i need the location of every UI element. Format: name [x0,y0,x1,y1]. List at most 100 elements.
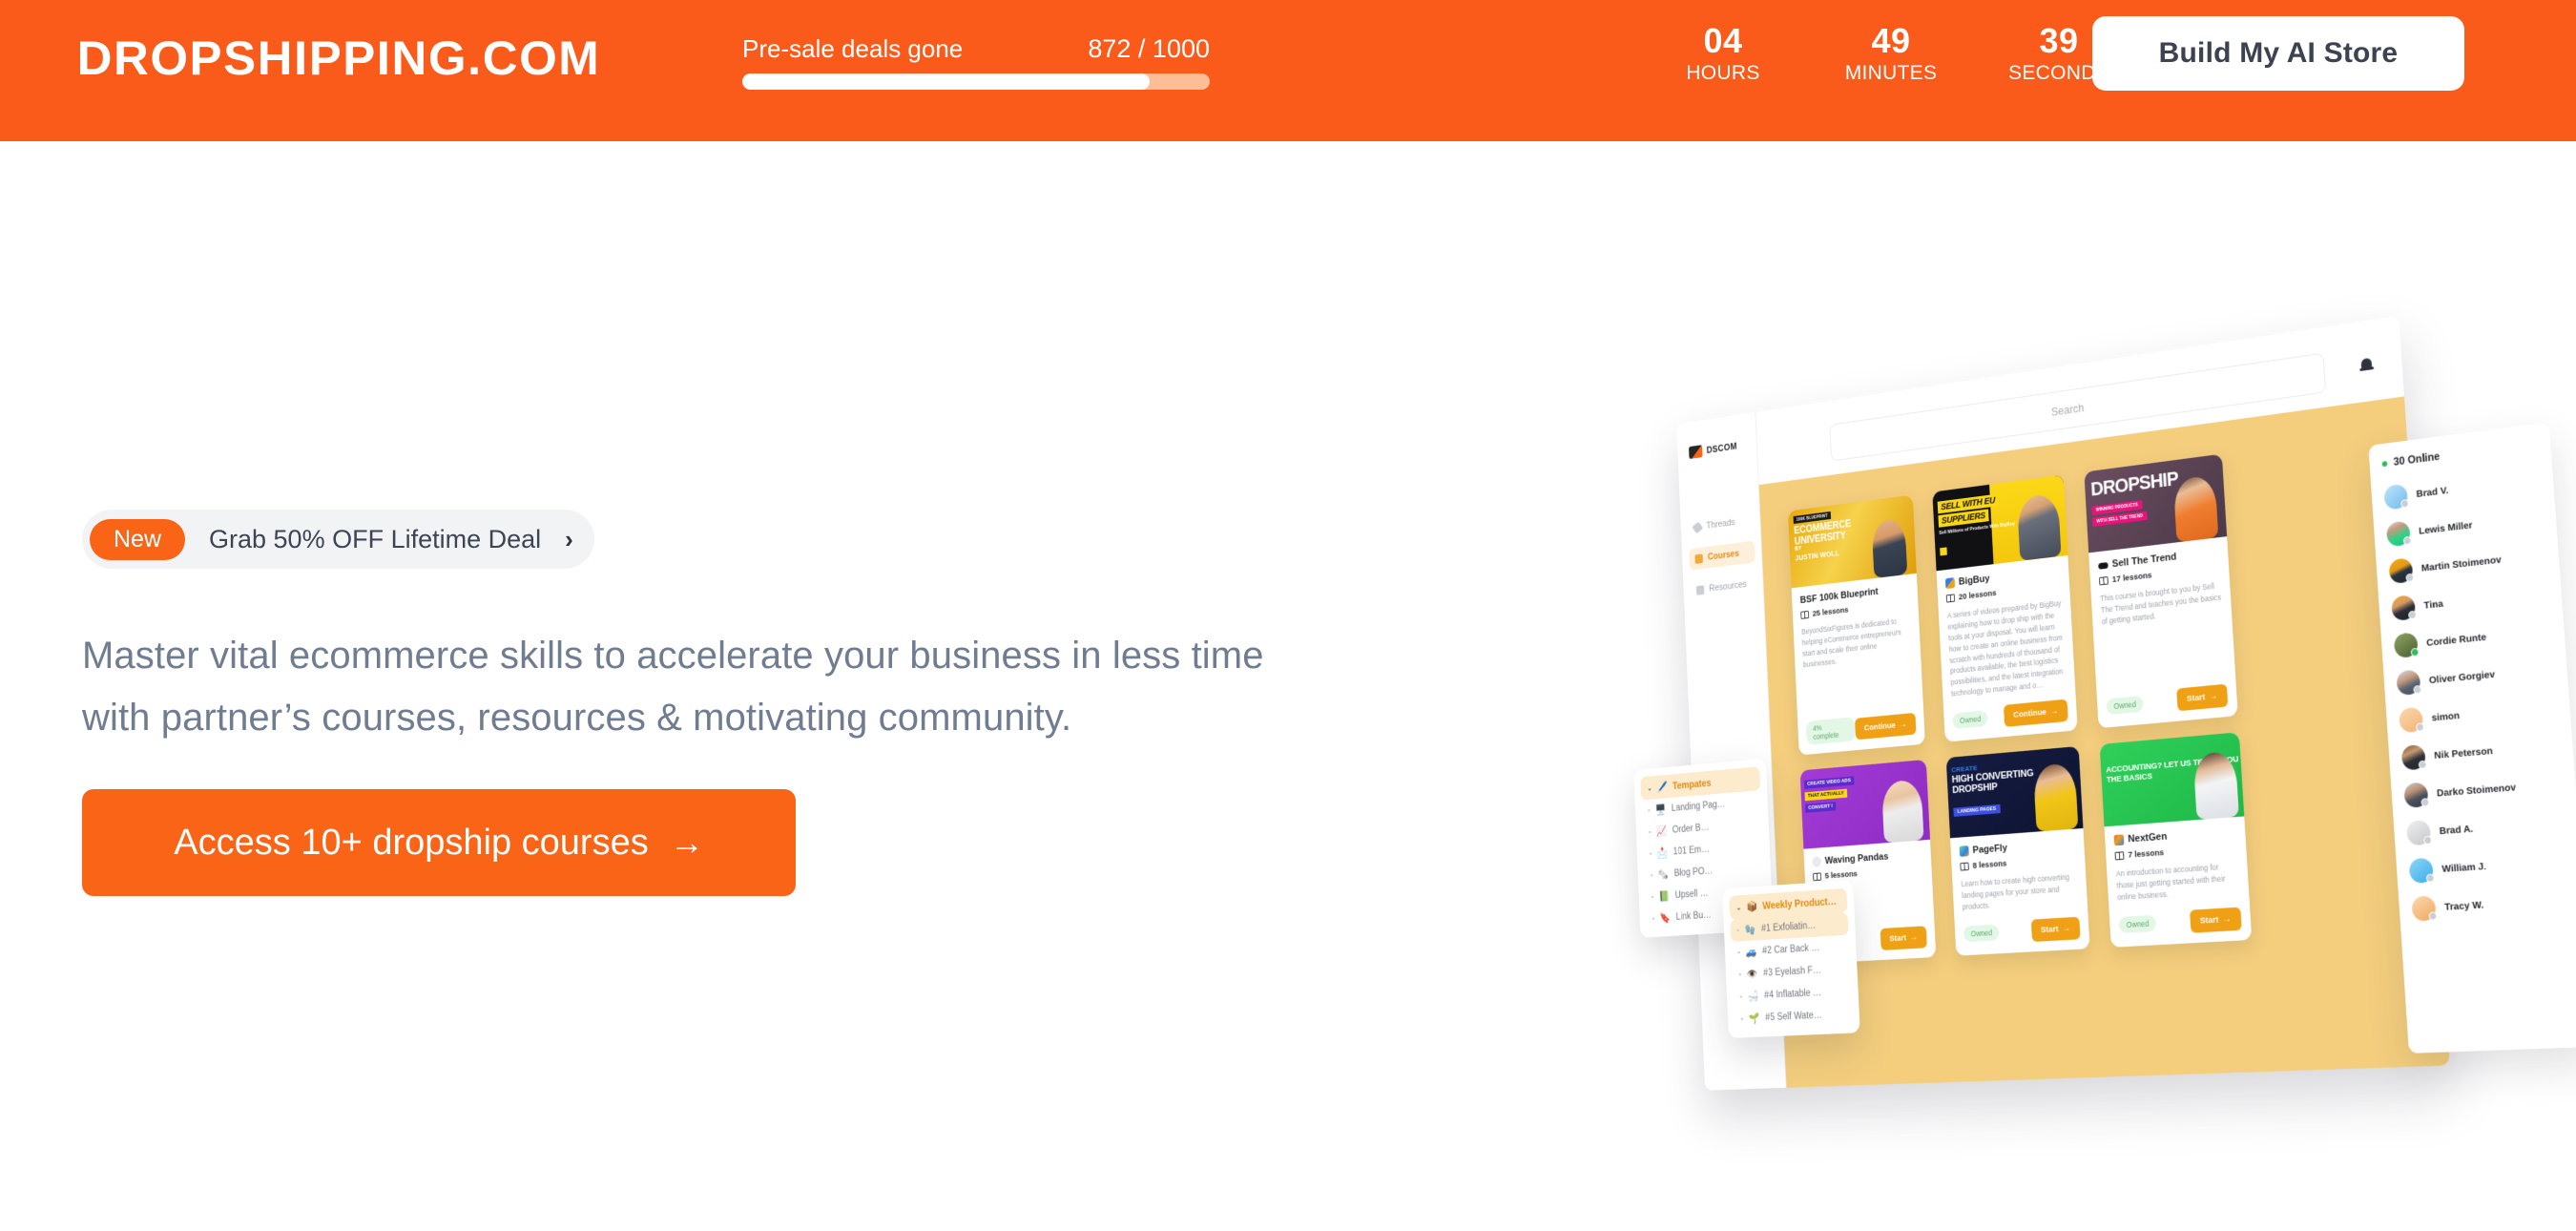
member-name: Brad V. [2416,485,2449,500]
member-name: Tracy W. [2443,899,2484,913]
course-action-label: Continue [2013,707,2047,720]
sidebar-item-courses[interactable]: Courses [1689,540,1755,571]
course-card[interactable]: CREATE VIDEO ADS THAT ACTUALLY CONVERT !… [1799,760,1937,964]
member-name: Lewis Miller [2418,519,2473,537]
course-action-button[interactable]: Start → [2189,907,2242,933]
hero-product-mockup: DSCOM Threads Courses Resources Search 1… [1517,305,2576,1164]
thumb-person-photo [1880,779,1924,844]
top-promo-bar: DROPSHIPPING.COM Pre-sale deals gone 872… [0,0,2576,141]
thumb-line-1: CREATE VIDEO ADS [1803,776,1855,789]
course-action-label: Start [2040,924,2059,935]
thumb-person-photo [2192,750,2239,821]
countdown-minutes-label: MINUTES [1844,62,1938,85]
course-action-button[interactable]: Start → [1880,926,1927,950]
member-name: Martin Stoimenov [2420,553,2503,574]
arrow-right-icon: → [2209,691,2218,702]
course-status-badge: Owned [1952,709,1988,729]
bullet-icon [1652,917,1654,920]
course-thumbnail: CREATE HIGH CONVERTING DROPSHIP LANDING … [1945,746,2084,839]
arrow-right-icon: → [1909,932,1918,943]
brand-icon [1944,577,1956,590]
course-title: NextGen [2128,831,2168,845]
site-logo[interactable]: DROPSHIPPING.COM [77,34,601,82]
course-card[interactable]: ACCOUNTING? LET US TEACH YOU THE BASICS … [2099,732,2253,948]
course-title: BigBuy [1958,573,1990,588]
countdown-hours-label: HOURS [1686,62,1760,85]
course-lessons-label: 7 lessons [2128,847,2165,861]
build-ai-store-button[interactable]: Build My AI Store [2092,16,2464,91]
avatar [2408,857,2434,884]
course-lessons: 5 lessons [1813,865,1923,882]
access-courses-button[interactable]: Access 10+ dropship courses → [82,789,796,896]
course-description: An introduction to accounting for those … [2115,862,2226,902]
course-action-label: Start [2199,914,2219,927]
course-thumbnail: ACCOUNTING? LET US TEACH YOU THE BASICS [2099,732,2245,827]
item-emoji-icon: 📗 [1658,889,1670,903]
avatar [2396,669,2421,697]
course-status-badge: Owned [1963,924,2000,943]
presale-count: 872 / 1000 [1088,34,1210,63]
book-icon [1694,553,1703,564]
lessons-book-icon [2099,576,2109,586]
member-name: Cordie Runte [2425,631,2487,649]
arrow-right-icon: → [2062,923,2071,934]
bell-icon[interactable] [2359,357,2375,375]
pen-icon: 🖊️ [1656,780,1669,794]
course-status-badge: 4% complete [1805,717,1857,746]
course-lessons-label: 8 lessons [1972,859,2007,871]
bullet-icon [1649,830,1652,834]
course-description: This course is brought to you by Sell Th… [2100,581,2222,626]
course-thumbnail: CREATE VIDEO ADS THAT ACTUALLY CONVERT ! [1799,760,1931,849]
sidebar-item-resources[interactable]: Resources [1691,573,1757,602]
sidebar-item-threads-label: Threads [1706,517,1735,532]
countdown-minutes-value: 49 [1871,21,1911,60]
course-title: PageFly [1972,843,2008,856]
course-status-badge [1816,938,1830,947]
course-action-button[interactable]: Continue → [2003,699,2068,728]
brand-icon [2113,834,2125,846]
course-action-button[interactable]: Continue → [1854,712,1917,740]
thumb-person-photo [1871,517,1908,579]
mockup-app-logo: DSCOM [1689,440,1737,460]
course-card[interactable]: 100K BLUEPRINT ECOMMERCE UNIVERSITY BY J… [1787,494,1925,756]
countdown-minutes: 49 MINUTES [1828,21,1954,85]
lessons-book-icon [1800,610,1810,619]
lessons-book-icon [1945,594,1956,603]
course-status-badge: Owned [2118,915,2157,934]
thumb-line-1: DROPSHIP [2089,467,2179,501]
sidebar-item-threads[interactable]: Threads [1688,509,1754,538]
lifetime-deal-label: Grab 50% OFF Lifetime Deal [209,524,542,553]
member-name: Brad A. [2439,823,2474,838]
item-emoji-icon: 🖥️ [1654,803,1667,816]
course-action-label: Continue [1863,720,1896,733]
countdown-hours-value: 04 [1703,21,1743,60]
course-lessons: 7 lessons [2114,843,2236,861]
member-name: William J. [2441,860,2487,875]
mockup-content-area: 100K BLUEPRINT ECOMMERCE UNIVERSITY BY J… [1758,396,2450,1088]
course-status-badge: Owned [2106,695,2145,715]
course-card[interactable]: SELL WITH EU SUPPLIERS Sell Millions of … [1932,474,2078,742]
course-action-button[interactable]: Start → [2030,916,2081,942]
item-emoji-icon: 🗞️ [1657,867,1670,881]
lifetime-deal-pill[interactable]: New Grab 50% OFF Lifetime Deal › [82,510,594,569]
course-action-label: Start [2186,692,2206,704]
course-thumbnail: DROPSHIP WINNING PRODUCTS WITH SELL THE … [2084,453,2228,553]
course-description [1814,882,1923,889]
course-action-button[interactable]: Start → [2175,683,2229,712]
countdown-timer: 04 HOURS 49 MINUTES 39 SECONDS [1660,21,2122,85]
access-courses-label: Access 10+ dropship courses [174,822,649,863]
bullet-icon [1650,852,1652,855]
bullet-icon [1648,809,1651,812]
sidebar-item-courses-label: Courses [1707,548,1739,563]
thumb-line-3: CONVERT ! [1805,802,1837,813]
chevron-right-icon: › [565,525,573,553]
hero-headline-line1: Master vital ecommerce skills to acceler… [82,635,1264,677]
arrow-right-icon: → [669,823,704,862]
pen-icon [1692,520,1703,534]
course-thumbnail: SELL WITH EU SUPPLIERS Sell Millions of … [1932,474,2068,572]
course-card[interactable]: CREATE HIGH CONVERTING DROPSHIP LANDING … [1945,746,2090,956]
course-card[interactable]: DROPSHIP WINNING PRODUCTS WITH SELL THE … [2084,453,2238,729]
thumb-line-4: JUSTIN WOLL [1795,548,1839,563]
avatar [2411,895,2437,922]
hero-headline: Master vital ecommerce skills to acceler… [82,625,1418,749]
